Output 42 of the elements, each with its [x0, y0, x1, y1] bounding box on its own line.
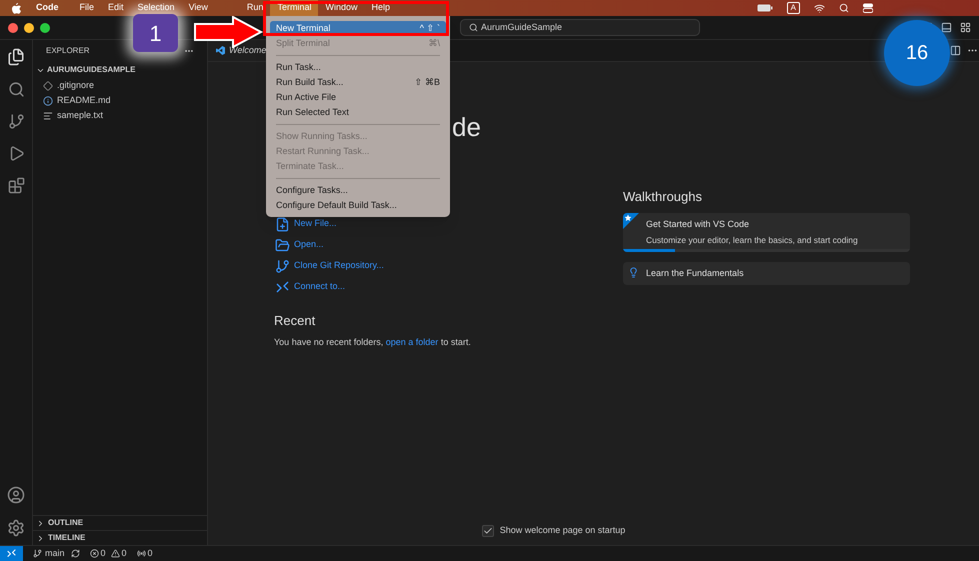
branch-status[interactable]: main	[33, 546, 80, 560]
menu-item[interactable]: Configure Tasks...	[270, 183, 446, 198]
menu-item[interactable]: Run Task...	[270, 60, 446, 75]
command-center-search[interactable]: AurumGuideSample	[460, 19, 700, 36]
start-link[interactable]: New File...	[274, 216, 623, 232]
menu-item[interactable]: Window	[318, 0, 364, 16]
walkthrough-title: Get Started with VS Code	[646, 218, 750, 230]
walkthrough-description: Customize your editor, learn the basics, and start coding	[646, 234, 859, 247]
walkthrough-card[interactable]: Learn the Fundamentals	[623, 262, 910, 286]
folder-header[interactable]: AURUMGUIDESAMPLE	[33, 62, 207, 78]
walkthrough-title: Learn the Fundamentals	[646, 266, 745, 280]
menu-item[interactable]: Help	[364, 0, 397, 16]
input-source-badge[interactable]: A	[786, 2, 800, 14]
explorer-entry[interactable]: sameple.txt	[33, 108, 207, 123]
counter-badge: 16	[884, 20, 950, 86]
sidebar-title: EXPLORER	[46, 45, 90, 57]
checkbox-label: Show welcome page on startup	[500, 524, 626, 538]
explorer-entry[interactable]: README.md	[33, 93, 207, 108]
menu-item[interactable]: View	[182, 0, 215, 16]
sidebar-section[interactable]: OUTLINE	[33, 515, 207, 530]
walkthrough-card[interactable]: Get Started with VS Code Customize your editor, learn the basics, and start coding	[623, 212, 910, 252]
menu-item[interactable]: Run Build Task... ⇧ ⌘B	[270, 75, 446, 90]
step-badge: 1	[133, 14, 178, 52]
open-folder-link[interactable]: open a folder	[386, 336, 438, 346]
menu-item[interactable]: Edit	[101, 0, 131, 16]
welcome-title: de	[452, 112, 482, 142]
search-text: AurumGuideSample	[481, 20, 562, 34]
menu-item[interactable]: Configure Default Build Task...	[270, 198, 446, 213]
explorer-entry[interactable]: .gitignore	[33, 78, 207, 93]
problems-status[interactable]: 0 0	[90, 546, 127, 560]
menu-item[interactable]: Run Active File	[270, 90, 446, 105]
menu-item[interactable]: File	[72, 0, 102, 16]
start-link[interactable]: Open...	[274, 237, 623, 253]
start-link[interactable]: Connect to...	[274, 279, 623, 295]
walkthroughs-heading: Walkthroughs	[623, 188, 703, 206]
start-link[interactable]: Clone Git Repository...	[274, 258, 623, 274]
app-menu[interactable]: Code	[36, 1, 58, 15]
recent-text: You have no recent folders, open a folder to start.	[274, 336, 472, 349]
menu-item[interactable]: Run Selected Text	[270, 105, 446, 120]
recent-heading: Recent	[274, 312, 316, 330]
menu-item[interactable]: Run	[240, 0, 270, 16]
ports-status[interactable]: 0	[136, 546, 153, 560]
